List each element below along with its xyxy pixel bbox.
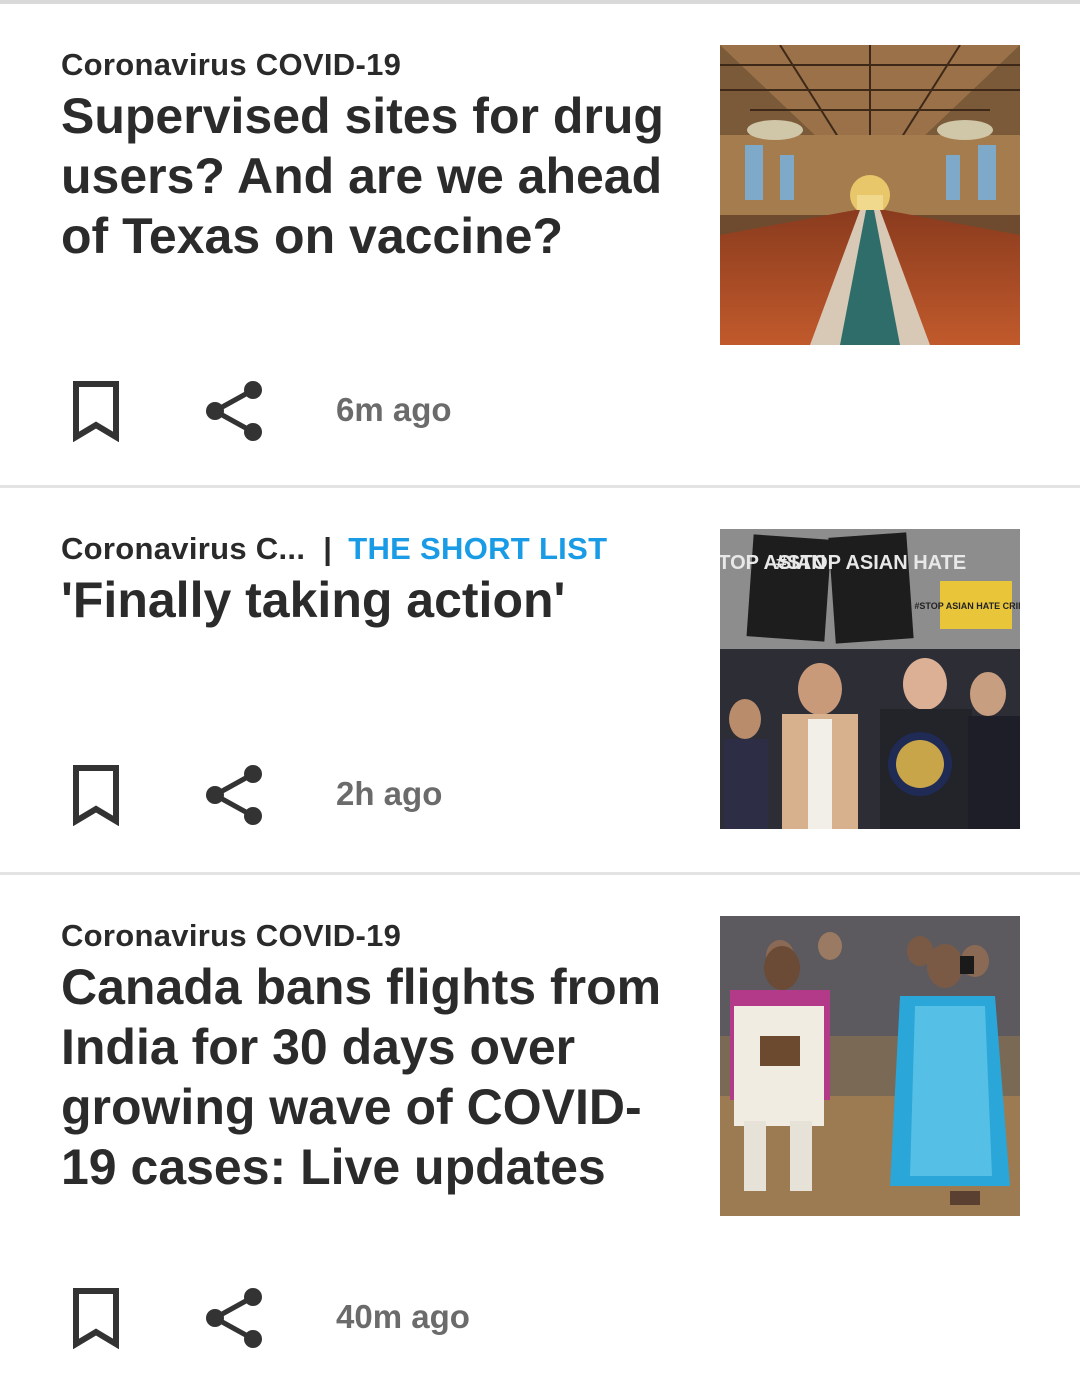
article-headline[interactable]: Canada bans flights from India for 30 da… [61, 957, 681, 1197]
article-actions: 6m ago [61, 376, 561, 446]
share-button[interactable] [199, 760, 269, 830]
article-text: Coronavirus COVID-19 Supervised sites fo… [61, 46, 681, 266]
sign-text: #STOP ASIAN HATE CRIMES [914, 601, 1020, 611]
bookmark-icon [73, 1288, 119, 1349]
article-category[interactable]: Coronavirus C... | THE SHORT LIST [61, 530, 681, 568]
bookmark-icon [73, 765, 119, 826]
article-thumbnail[interactable]: #STOP ASIAN HATE #STOP ASIAN HATE #STOP … [720, 529, 1020, 829]
article-thumbnail[interactable] [720, 916, 1020, 1216]
article-actions: 2h ago [61, 760, 561, 830]
article-headline[interactable]: 'Finally taking action' [61, 570, 681, 630]
article-text: Coronavirus C... | THE SHORT LIST 'Finally… [61, 530, 681, 630]
share-button[interactable] [199, 1283, 269, 1353]
section-tag[interactable]: THE SHORT LIST [348, 531, 607, 566]
article-headline[interactable]: Supervised sites for drug users? And are… [61, 86, 681, 266]
bookmark-icon [73, 381, 119, 442]
article-thumbnail[interactable] [720, 45, 1020, 345]
bookmark-button[interactable] [61, 760, 131, 830]
article-timestamp: 2h ago [336, 775, 443, 812]
category-label[interactable]: Coronavirus COVID-19 [61, 47, 401, 82]
article-category[interactable]: Coronavirus COVID-19 [61, 917, 681, 955]
article-card[interactable]: Coronavirus COVID-19 Supervised sites fo… [0, 4, 1080, 488]
bookmark-button[interactable] [61, 376, 131, 446]
share-button[interactable] [199, 376, 269, 446]
article-card[interactable]: Coronavirus COVID-19 Canada bans flights… [0, 875, 1080, 1375]
bookmark-button[interactable] [61, 1283, 131, 1353]
share-icon [206, 381, 262, 441]
category-label[interactable]: Coronavirus C... [61, 531, 305, 566]
sign-text: #STOP ASIAN HATE [776, 552, 966, 574]
article-timestamp: 6m ago [336, 391, 452, 428]
article-timestamp: 40m ago [336, 1298, 470, 1335]
share-icon [206, 765, 262, 825]
article-actions: 40m ago [61, 1283, 561, 1353]
article-category[interactable]: Coronavirus COVID-19 [61, 46, 681, 84]
news-feed: Coronavirus COVID-19 Supervised sites fo… [0, 4, 1080, 1375]
kicker-separator: | [323, 531, 333, 566]
article-card[interactable]: Coronavirus C... | THE SHORT LIST 'Finally… [0, 488, 1080, 875]
share-icon [206, 1288, 262, 1348]
category-label[interactable]: Coronavirus COVID-19 [61, 918, 401, 953]
article-text: Coronavirus COVID-19 Canada bans flights… [61, 917, 681, 1197]
